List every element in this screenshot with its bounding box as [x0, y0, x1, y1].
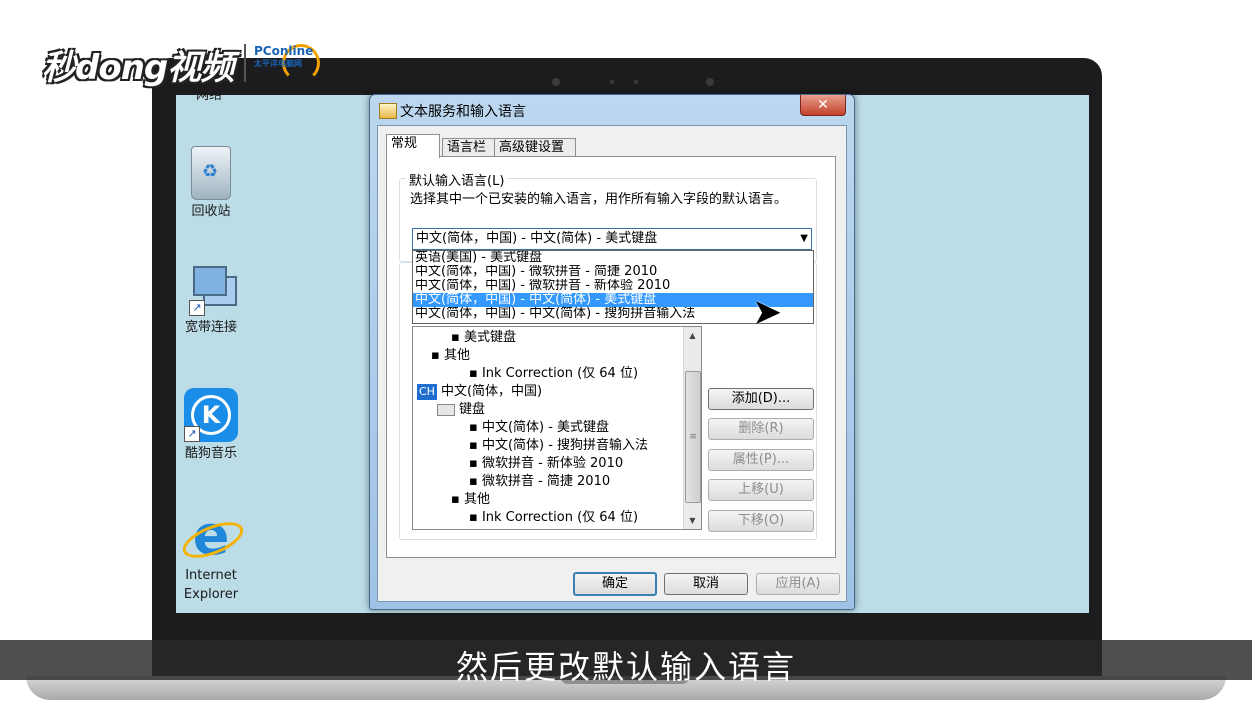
- tree-item[interactable]: ▪ 美式键盘: [451, 329, 516, 347]
- keyboard-icon: [437, 403, 455, 416]
- shortcut-arrow-icon: ↗: [189, 300, 205, 316]
- desktop-icon-kugou[interactable]: K ↗ 酷狗音乐: [166, 388, 256, 463]
- tree-item[interactable]: ▪ 中文(简体) - 美式键盘: [469, 419, 609, 437]
- partner-name: PConline: [254, 44, 314, 58]
- video-frame: 网络 回收站 ↗ 宽带连接 K ↗ 酷狗音乐 e Internet Explor…: [0, 0, 1252, 704]
- tree-item[interactable]: ▪ Ink Correction (仅 64 位): [469, 509, 638, 527]
- scroll-down-icon[interactable]: ▼: [684, 512, 701, 529]
- logo-divider: [244, 44, 246, 82]
- ie-label-line2: Explorer: [183, 587, 239, 602]
- subtitle-text: 然后更改默认输入语言: [455, 648, 796, 686]
- tree-item-language[interactable]: CH 中文(简体，中国): [417, 383, 542, 401]
- default-language-desc: 选择其中一个已安装的输入语言，用作所有输入字段的默认语言。: [410, 192, 788, 207]
- desktop-icon-internet-explorer[interactable]: e Internet Explorer: [166, 506, 256, 604]
- properties-button[interactable]: 属性(P)...: [708, 449, 814, 471]
- dialog-keyboard-icon: [379, 103, 397, 119]
- partner-subtitle: 太平洋电脑网: [254, 59, 302, 68]
- kugou-music-icon: K ↗: [184, 388, 238, 442]
- recycle-bin-label: 回收站: [191, 204, 231, 219]
- default-language-group-title: 默认输入语言(L): [406, 170, 508, 189]
- desktop-icon-broadband[interactable]: ↗ 宽带连接: [166, 266, 256, 337]
- camera-dot: [552, 78, 560, 86]
- cancel-button[interactable]: 取消: [664, 573, 748, 595]
- desktop-icon-recycle-bin[interactable]: 回收站: [166, 146, 256, 221]
- scroll-thumb[interactable]: ≡: [685, 371, 701, 503]
- move-down-button[interactable]: 下移(O): [708, 510, 814, 532]
- tree-item[interactable]: ▪ 中文(简体) - 搜狗拼音输入法: [469, 437, 648, 455]
- apply-button[interactable]: 应用(A): [756, 573, 840, 595]
- tree-scrollbar[interactable]: ▲ ≡ ▼: [683, 327, 701, 529]
- language-badge: CH: [417, 384, 437, 400]
- ie-label-line1: Internet: [185, 568, 237, 583]
- close-button[interactable]: ✕: [800, 95, 846, 116]
- tab-language-bar[interactable]: 语言栏: [442, 138, 496, 157]
- installed-services-tree[interactable]: ▪ 美式键盘 ▪ 其他 ▪ Ink Correction (仅 64 位) CH…: [412, 326, 702, 530]
- tree-item[interactable]: ▪ 微软拼音 - 简捷 2010: [469, 473, 610, 491]
- remove-button[interactable]: 删除(R): [708, 418, 814, 440]
- kugou-label: 酷狗音乐: [184, 446, 237, 461]
- brand-logo: 秒dong视频: [42, 48, 234, 88]
- broadband-label: 宽带连接: [184, 320, 237, 335]
- tree-item[interactable]: 键盘: [437, 401, 485, 419]
- move-up-button[interactable]: 上移(U): [708, 479, 814, 501]
- camera-dot: [706, 78, 714, 86]
- tree-item[interactable]: ▪ Ink Correction (仅 64 位): [469, 365, 638, 383]
- recycle-bin-icon: [191, 146, 231, 200]
- dropdown-option[interactable]: 中文(简体，中国) - 微软拼音 - 新体验 2010: [413, 279, 813, 293]
- camera-dot: [610, 80, 614, 84]
- dropdown-option[interactable]: 中文(简体，中国) - 微软拼音 - 简捷 2010: [413, 265, 813, 279]
- default-language-select[interactable]: 中文(简体，中国) - 中文(简体) - 美式键盘 ▼: [412, 228, 812, 250]
- scroll-up-icon[interactable]: ▲: [684, 327, 701, 344]
- add-button[interactable]: 添加(D)...: [708, 388, 814, 410]
- internet-explorer-icon: e: [178, 506, 248, 566]
- camera-dot: [634, 80, 638, 84]
- tree-item[interactable]: ▪ 其他: [431, 347, 470, 365]
- dropdown-option[interactable]: 英语(美国) - 美式键盘: [413, 251, 813, 265]
- network-connection-icon: ↗: [189, 266, 237, 316]
- dialog-title: 文本服务和输入语言: [400, 104, 526, 120]
- partner-logo: PConline 太平洋电脑网: [254, 44, 313, 69]
- tab-general[interactable]: 常规: [386, 134, 440, 158]
- tab-advanced-key-settings[interactable]: 高级键设置: [494, 138, 576, 157]
- default-language-value: 中文(简体，中国) - 中文(简体) - 美式键盘: [416, 231, 658, 246]
- tree-item[interactable]: ▪ 微软拼音 - 新体验 2010: [469, 455, 623, 473]
- tree-item[interactable]: ▪ 其他: [451, 491, 490, 509]
- shortcut-arrow-icon: ↗: [184, 426, 200, 442]
- chevron-down-icon[interactable]: ▼: [800, 229, 808, 249]
- ok-button[interactable]: 确定: [573, 572, 657, 596]
